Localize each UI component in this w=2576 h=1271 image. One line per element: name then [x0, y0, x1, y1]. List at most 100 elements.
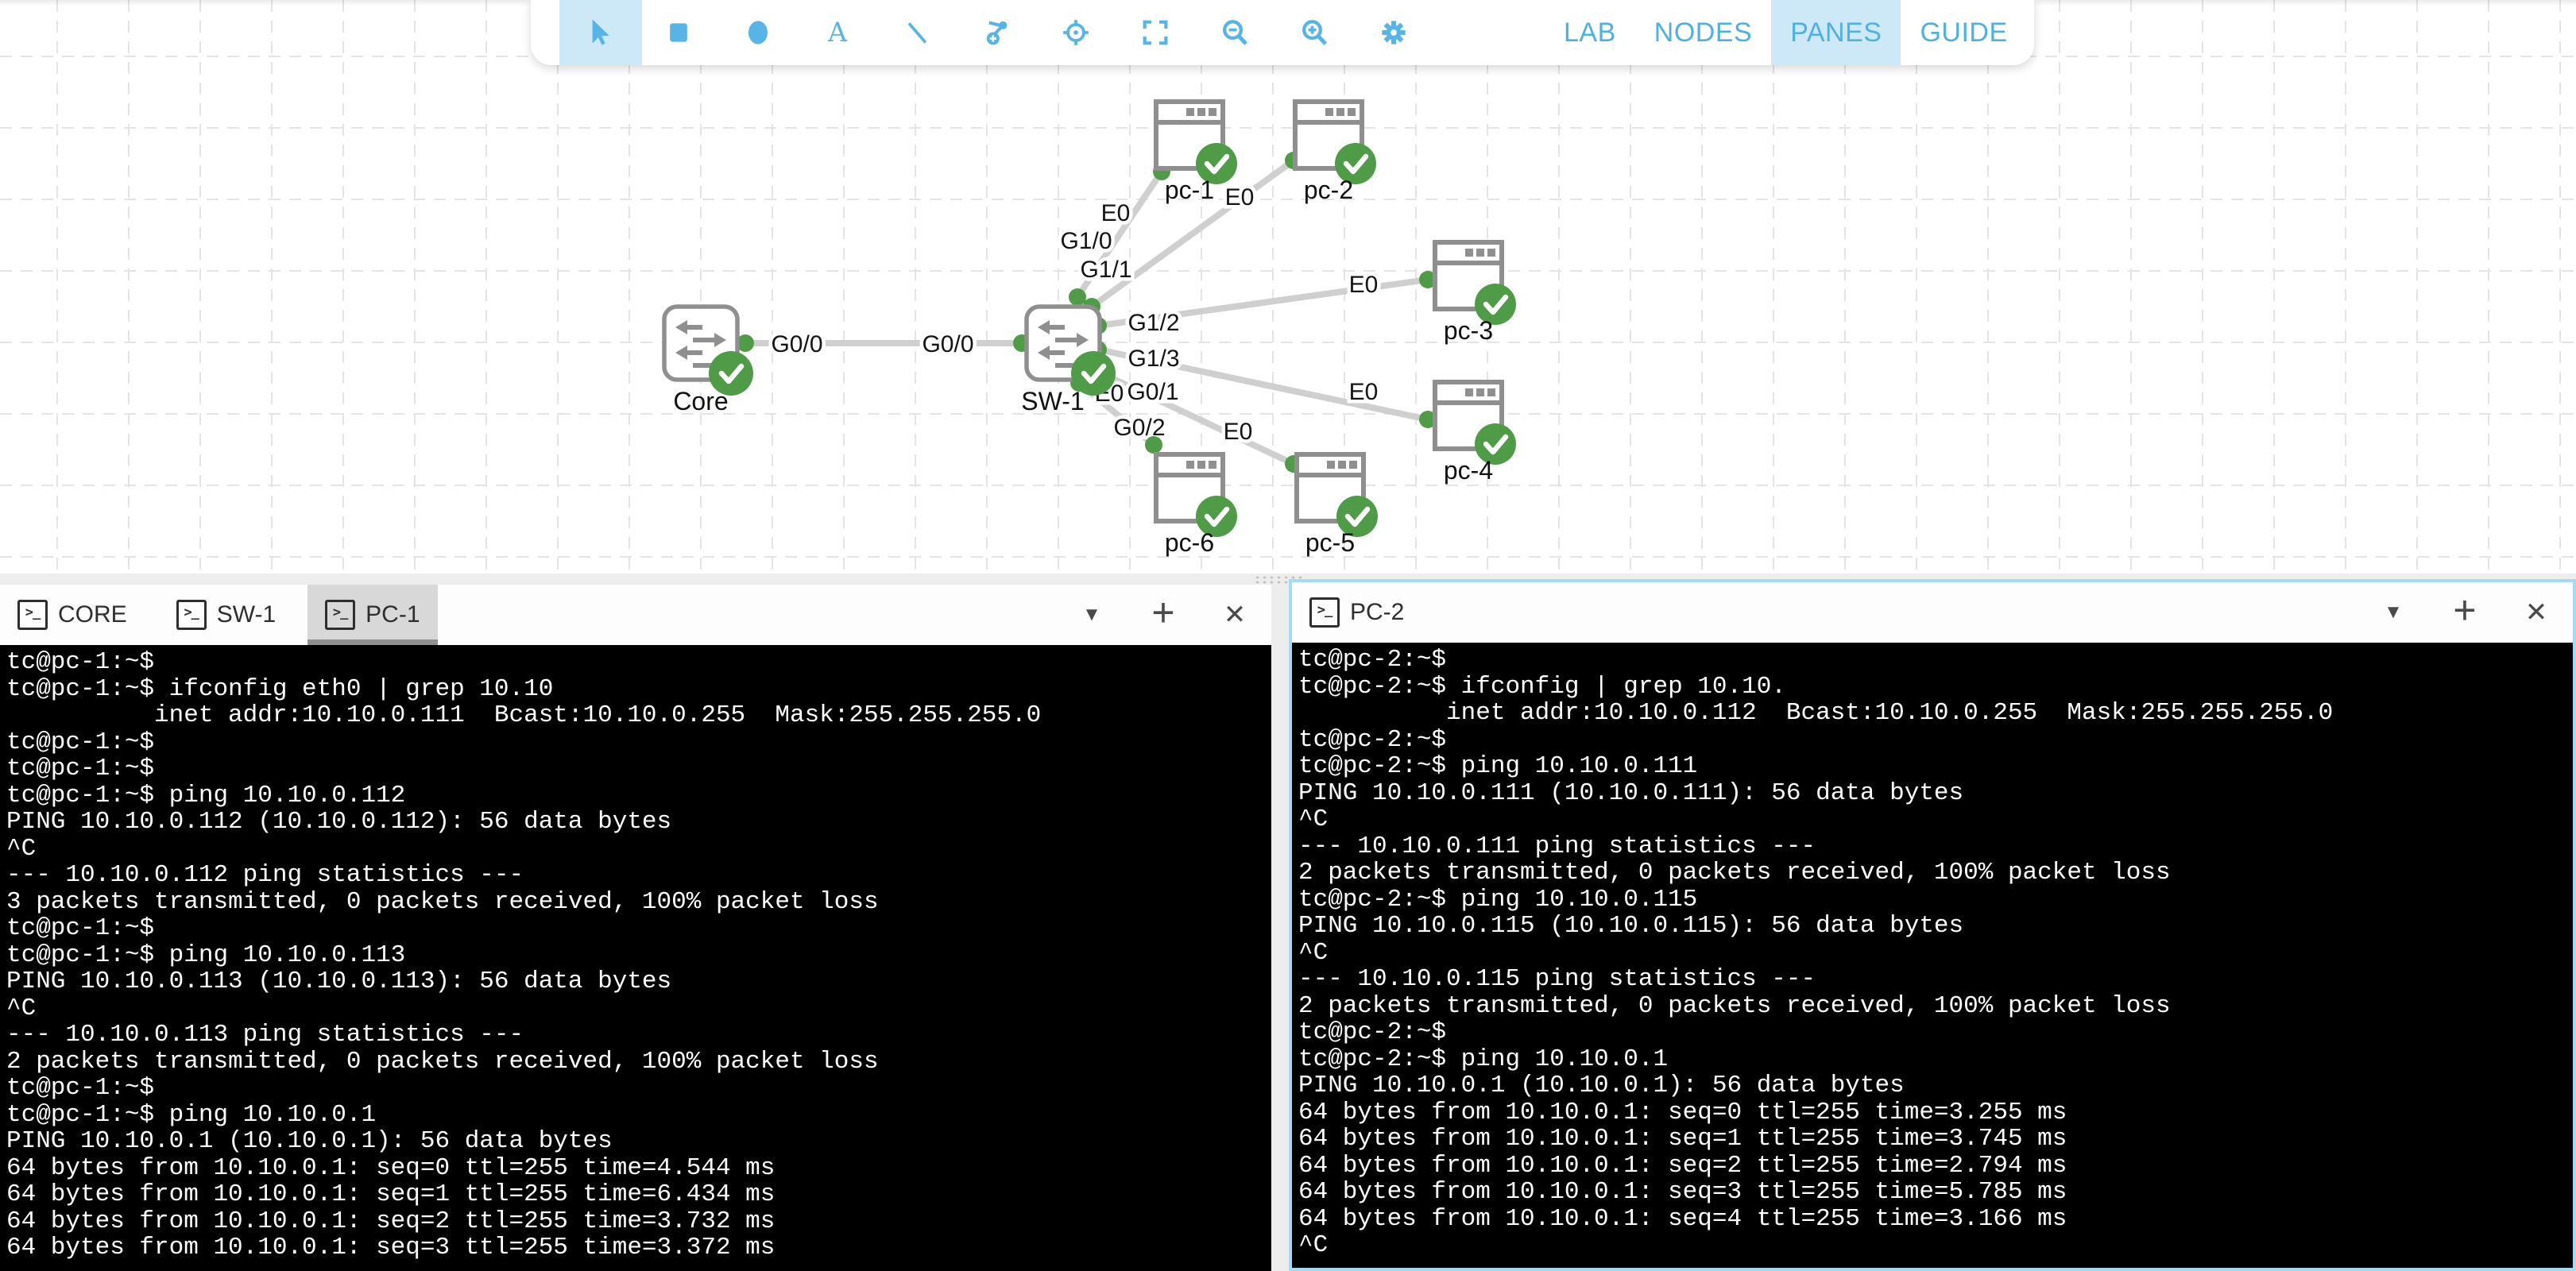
node-label: pc-5 — [1305, 528, 1355, 557]
terminal-line: PING 10.10.0.1 (10.10.0.1): 56 data byte… — [6, 1128, 1271, 1155]
tab-panes[interactable]: PANES — [1771, 0, 1901, 65]
terminal-line: PING 10.10.0.115 (10.10.0.115): 56 data … — [1298, 913, 2573, 940]
terminal-line: 64 bytes from 10.10.0.1: seq=0 ttl=255 t… — [1298, 1099, 2573, 1126]
terminal-tab-core[interactable]: >_ CORE — [0, 585, 145, 645]
tool-rectangle-button[interactable] — [663, 17, 694, 48]
terminal-tab-sw1[interactable]: >_ SW-1 — [159, 585, 293, 645]
tool-fit-screen-button[interactable] — [1139, 17, 1171, 48]
add-terminal-button[interactable]: + — [2449, 590, 2481, 635]
terminal-line: ^C — [1298, 806, 2573, 833]
topology-svg[interactable]: G0/0G0/0G1/0E0G1/1E0G1/2E0G1/3E0G0/1E0G0… — [0, 0, 2576, 574]
collapse-pane-button[interactable]: ▼ — [2377, 590, 2409, 635]
terminal-line: inet addr:10.10.0.112 Bcast:10.10.0.255 … — [1298, 700, 2573, 727]
node-label: Core — [673, 387, 728, 415]
terminal-line: tc@pc-2:~$ — [1298, 1019, 2573, 1046]
terminal-tab-pc2[interactable]: >_ PC-2 — [1292, 582, 1421, 643]
terminal-line: tc@pc-2:~$ — [1298, 647, 2573, 674]
terminal-line: tc@pc-2:~$ ping 10.10.0.111 — [1298, 753, 2573, 780]
terminal-line: tc@pc-1:~$ — [6, 915, 1271, 942]
node-pc-3[interactable]: pc-3 — [1435, 242, 1516, 345]
terminal-pane-controls: ▼ + ✕ — [2377, 582, 2552, 643]
terminal-pane-header: >_ CORE >_ SW-1 >_ PC-1 ▼ + ✕ — [0, 585, 1271, 645]
terminal-pane-header: >_ PC-2 ▼ + ✕ — [1292, 582, 2573, 643]
terminal-line: tc@pc-2:~$ ifconfig | grep 10.10. — [1298, 674, 2573, 701]
terminal-line: 64 bytes from 10.10.0.1: seq=1 ttl=255 t… — [1298, 1126, 2573, 1153]
node-label: pc-4 — [1444, 456, 1493, 485]
terminal-line: --- 10.10.0.115 ping statistics --- — [1298, 966, 2573, 993]
tool-text-button[interactable]: A — [822, 17, 853, 48]
close-pane-button[interactable]: ✕ — [1219, 593, 1251, 637]
terminal-line: PING 10.10.0.113 (10.10.0.113): 56 data … — [6, 968, 1271, 995]
fit-screen-icon — [1139, 17, 1171, 48]
gear-icon — [1378, 17, 1410, 48]
interface-label: G1/2 — [1127, 310, 1179, 336]
terminal-line: --- 10.10.0.111 ping statistics --- — [1298, 833, 2573, 860]
terminal-line: 2 packets transmitted, 0 packets receive… — [1298, 860, 2573, 887]
terminal-line: 3 packets transmitted, 0 packets receive… — [6, 889, 1271, 916]
rectangle-icon — [663, 17, 694, 48]
terminal-output-pc1[interactable]: tc@pc-1:~$tc@pc-1:~$ ifconfig eth0 | gre… — [0, 645, 1271, 1271]
tool-settings-button[interactable] — [1378, 17, 1410, 48]
terminal-pane-pc2: >_ PC-2 ▼ + ✕ tc@pc-2:~$tc@pc-2:~$ ifcon… — [1289, 579, 2576, 1271]
tool-line-button[interactable] — [901, 17, 933, 48]
tool-zoom-out-button[interactable] — [1219, 17, 1251, 48]
interface-label: E0 — [1349, 272, 1379, 298]
terminal-tab-label: PC-1 — [366, 601, 420, 628]
terminal-line: 64 bytes from 10.10.0.1: seq=2 ttl=255 t… — [1298, 1153, 2573, 1180]
toolbar-tabs: LAB NODES PANES GUIDE — [1545, 0, 2027, 65]
interface-label: E0 — [1349, 379, 1379, 405]
tool-add-link-button[interactable] — [981, 17, 1012, 48]
terminal-line: 64 bytes from 10.10.0.1: seq=3 ttl=255 t… — [1298, 1179, 2573, 1206]
terminal-tab-pc1[interactable]: >_ PC-1 — [307, 585, 437, 645]
close-pane-button[interactable]: ✕ — [2520, 590, 2552, 635]
tool-ellipse-button[interactable] — [742, 17, 774, 48]
node-pc-5[interactable]: pc-5 — [1297, 454, 1378, 557]
terminal-line: PING 10.10.0.112 (10.10.0.112): 56 data … — [6, 809, 1271, 836]
node-Core[interactable]: Core — [664, 307, 753, 415]
tool-zoom-in-button[interactable] — [1298, 17, 1330, 48]
interface-label: G0/0 — [771, 331, 822, 357]
terminal-line: tc@pc-2:~$ ping 10.10.0.115 — [1298, 887, 2573, 914]
interface-label: G1/0 — [1060, 228, 1112, 254]
terminal-line: ^C — [1298, 1232, 2573, 1259]
add-terminal-button[interactable]: + — [1147, 593, 1179, 637]
terminal-line: 64 bytes from 10.10.0.1: seq=0 ttl=255 t… — [6, 1155, 1271, 1182]
terminal-icon: >_ — [176, 600, 207, 630]
terminal-line: ^C — [1298, 940, 2573, 967]
terminal-line: 64 bytes from 10.10.0.1: seq=3 ttl=255 t… — [6, 1234, 1271, 1261]
terminal-line: 2 packets transmitted, 0 packets receive… — [6, 1049, 1271, 1076]
topology-canvas[interactable]: G0/0G0/0G1/0E0G1/1E0G1/2E0G1/3E0G0/1E0G0… — [0, 0, 2576, 574]
vertical-splitter[interactable] — [1271, 585, 1289, 1271]
collapse-pane-button[interactable]: ▼ — [1076, 593, 1108, 637]
terminal-line: tc@pc-1:~$ — [6, 1075, 1271, 1102]
node-label: pc-6 — [1165, 528, 1214, 557]
node-label: pc-2 — [1304, 176, 1353, 204]
tab-nodes[interactable]: NODES — [1635, 0, 1771, 65]
terminal-pane-pc1: >_ CORE >_ SW-1 >_ PC-1 ▼ + ✕ tc@pc-1:~$… — [0, 585, 1271, 1271]
terminal-tab-label: CORE — [58, 601, 127, 628]
node-label: pc-3 — [1444, 316, 1493, 345]
terminal-line: tc@pc-2:~$ — [1298, 727, 2573, 754]
terminal-line: 64 bytes from 10.10.0.1: seq=4 ttl=255 t… — [1298, 1206, 2573, 1233]
svg-text:A: A — [827, 17, 848, 48]
interface-label: E0 — [1101, 200, 1131, 226]
link-endpoint-dot — [1145, 436, 1162, 454]
terminal-icon: >_ — [17, 600, 48, 630]
node-pc-2[interactable]: pc-2 — [1295, 102, 1376, 204]
tab-lab[interactable]: LAB — [1545, 0, 1635, 65]
node-pc-4[interactable]: pc-4 — [1435, 382, 1516, 485]
pointer-icon — [583, 17, 615, 48]
terminal-line: 64 bytes from 10.10.0.1: seq=2 ttl=255 t… — [6, 1208, 1271, 1235]
terminal-line: tc@pc-1:~$ — [6, 755, 1271, 782]
terminal-tab-label: SW-1 — [217, 601, 276, 628]
tab-guide[interactable]: GUIDE — [1901, 0, 2026, 65]
interface-label: G0/2 — [1113, 415, 1165, 441]
crosshair-icon — [1060, 17, 1092, 48]
terminal-pane-controls: ▼ + ✕ — [1076, 585, 1251, 645]
tool-crosshair-button[interactable] — [1060, 17, 1092, 48]
node-pc-6[interactable]: pc-6 — [1156, 454, 1237, 557]
terminal-output-pc2[interactable]: tc@pc-2:~$tc@pc-2:~$ ifconfig | grep 10.… — [1292, 643, 2573, 1268]
terminal-line: tc@pc-1:~$ ping 10.10.0.1 — [6, 1102, 1271, 1129]
tool-pointer-button[interactable] — [583, 17, 615, 48]
network-lab-app: { "toolbar": { "accent_color": "#58b3e6"… — [0, 0, 2576, 1271]
